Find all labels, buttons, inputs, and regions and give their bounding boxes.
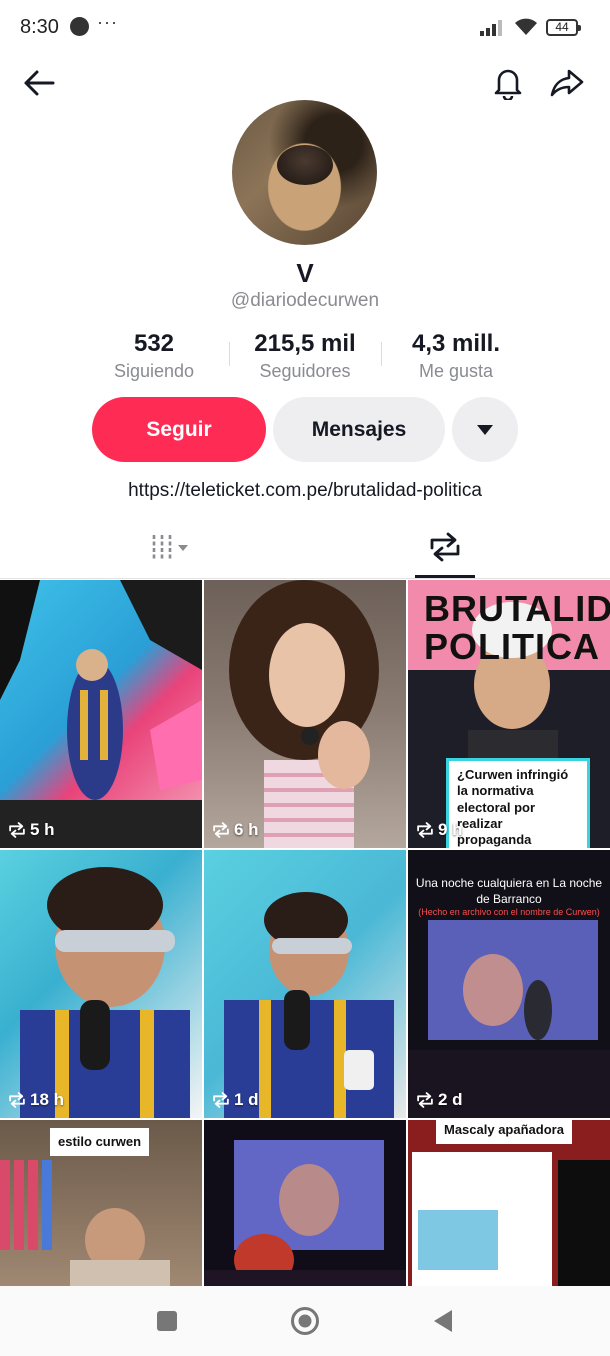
grid-videos-icon xyxy=(148,532,192,567)
video-grid: 5 h 6 h BRUTALID POLITICA ¿Curwen infrin… xyxy=(0,580,610,1286)
video-tile[interactable]: 1 d xyxy=(204,850,406,1118)
repost-icon xyxy=(428,532,462,567)
system-nav-bar xyxy=(0,1286,610,1356)
recents-square-icon[interactable] xyxy=(152,1306,182,1336)
repost-time: 18 h xyxy=(30,1090,65,1109)
follow-button[interactable]: Seguir xyxy=(92,397,266,462)
repost-time: 2 d xyxy=(438,1090,463,1109)
video-thumbnail xyxy=(229,580,379,848)
tab-reposts[interactable] xyxy=(415,520,475,579)
more-notifications-icon: ··· xyxy=(97,12,118,32)
video-tile[interactable]: Una noche cualquiera en La noche de Barr… xyxy=(408,850,610,1118)
stat-divider xyxy=(381,342,382,366)
tile-subtitle: (Hecho en archivo con el nombre de Curwe… xyxy=(418,907,600,918)
following-stat[interactable]: 532 Siguiendo xyxy=(98,330,210,382)
repost-views: 9 h xyxy=(416,820,463,840)
tab-videos[interactable] xyxy=(130,520,210,579)
username: @diariodecurwen xyxy=(230,290,380,311)
video-tile[interactable]: estilo curwen xyxy=(0,1120,202,1286)
bell-icon[interactable] xyxy=(487,62,529,104)
video-tile[interactable]: 18 h xyxy=(0,850,202,1118)
video-thumbnail xyxy=(0,580,202,848)
following-label: Siguiendo xyxy=(113,361,195,381)
video-thumbnail xyxy=(20,867,190,1118)
back-arrow-icon[interactable] xyxy=(18,62,60,104)
repost-icon xyxy=(213,822,229,838)
video-tile[interactable] xyxy=(204,1120,406,1286)
active-tab-indicator xyxy=(415,575,475,578)
caret-down-icon xyxy=(476,418,494,442)
tile-title: Una noche cualquiera en La noche de Barr… xyxy=(408,876,610,919)
repost-time: 1 d xyxy=(234,1090,259,1109)
tile-caption: ¿Curwen infringió la normativa electoral… xyxy=(446,758,590,848)
tile-title-text: Una noche cualquiera en La noche de Barr… xyxy=(415,876,603,906)
video-thumbnail xyxy=(408,1120,610,1286)
avatar[interactable] xyxy=(232,100,377,245)
profile-tabs xyxy=(0,520,610,579)
video-thumbnail xyxy=(204,1140,406,1286)
followers-stat[interactable]: 215,5 mil Seguidores xyxy=(240,330,370,382)
status-bar: 8:30 ··· 44 xyxy=(0,0,610,56)
video-tile[interactable]: Mascaly apañadora xyxy=(408,1120,610,1286)
battery-icon: 44 xyxy=(546,19,581,36)
video-tile[interactable]: BRUTALID POLITICA ¿Curwen infringió la n… xyxy=(408,580,610,848)
facebook-notification-icon xyxy=(70,17,89,36)
video-thumbnail xyxy=(224,892,394,1118)
repost-icon xyxy=(417,822,433,838)
signal-icon xyxy=(480,18,506,41)
repost-icon xyxy=(417,1092,433,1108)
more-options-button[interactable] xyxy=(452,397,518,462)
repost-time: 5 h xyxy=(30,820,55,839)
followers-label: Seguidores xyxy=(259,361,351,381)
video-tile[interactable]: 6 h xyxy=(204,580,406,848)
tile-caption: Mascaly apañadora xyxy=(436,1120,572,1145)
repost-icon xyxy=(9,822,25,838)
repost-views: 5 h xyxy=(8,820,55,840)
status-time: 8:30 xyxy=(20,16,59,38)
repost-views: 18 h xyxy=(8,1090,64,1110)
video-tile[interactable]: 5 h xyxy=(0,580,202,848)
likes-stat[interactable]: 4,3 mill. Me gusta xyxy=(395,330,517,382)
home-circle-icon[interactable] xyxy=(290,1306,320,1336)
back-triangle-icon[interactable] xyxy=(428,1306,458,1336)
followers-count: 215,5 mil xyxy=(254,330,356,357)
following-count: 532 xyxy=(133,330,175,357)
repost-time: 9 h xyxy=(438,820,463,839)
avatar-photo xyxy=(277,145,333,185)
repost-views: 1 d xyxy=(212,1090,259,1110)
wifi-icon xyxy=(513,17,539,42)
repost-icon xyxy=(9,1092,25,1108)
likes-label: Me gusta xyxy=(418,361,494,381)
profile-stats: 532 Siguiendo 215,5 mil Seguidores 4,3 m… xyxy=(0,330,610,386)
repost-views: 2 d xyxy=(416,1090,463,1110)
stat-divider xyxy=(229,342,230,366)
tile-overlay-text: BRUTALID POLITICA xyxy=(424,588,610,667)
bio-link[interactable]: https://teleticket.com.pe/brutalidad-pol… xyxy=(0,480,610,502)
share-icon[interactable] xyxy=(546,62,588,104)
repost-icon xyxy=(213,1092,229,1108)
repost-time: 6 h xyxy=(234,820,259,839)
message-button[interactable]: Mensajes xyxy=(273,397,445,462)
display-name: V xyxy=(296,258,314,288)
tile-caption: estilo curwen xyxy=(50,1128,150,1157)
likes-count: 4,3 mill. xyxy=(411,330,501,357)
repost-views: 6 h xyxy=(212,820,259,840)
